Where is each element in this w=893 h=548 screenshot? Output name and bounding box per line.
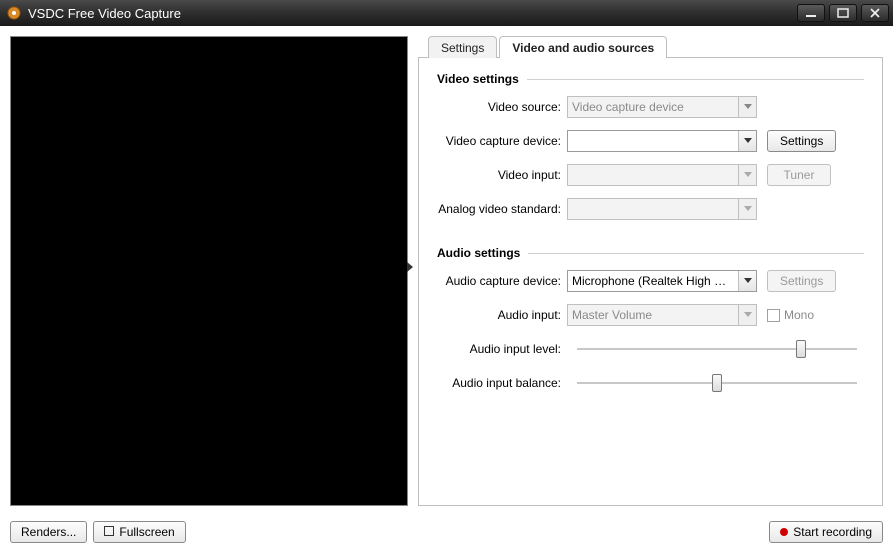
- renders-button[interactable]: Renders...: [10, 521, 87, 543]
- video-source-label: Video source:: [437, 100, 567, 114]
- audio-input-balance-label: Audio input balance:: [437, 376, 567, 390]
- audio-settings-button: Settings: [767, 270, 836, 292]
- analog-standard-label: Analog video standard:: [437, 202, 567, 216]
- audio-input-label: Audio input:: [437, 308, 567, 322]
- audio-input-level-label: Audio input level:: [437, 342, 567, 356]
- fullscreen-icon: [104, 525, 114, 539]
- video-preview: [10, 36, 408, 506]
- video-settings-button[interactable]: Settings: [767, 130, 836, 152]
- chevron-down-icon: [738, 97, 756, 117]
- slider-thumb[interactable]: [712, 374, 722, 392]
- audio-input-balance-slider[interactable]: [577, 372, 857, 394]
- window-title: VSDC Free Video Capture: [28, 6, 181, 21]
- chevron-down-icon: [738, 199, 756, 219]
- chevron-down-icon[interactable]: [738, 271, 756, 291]
- tab-settings[interactable]: Settings: [428, 36, 497, 58]
- fullscreen-button[interactable]: Fullscreen: [93, 521, 185, 543]
- tab-label: Video and audio sources: [512, 41, 654, 55]
- settings-panel: Settings Video and audio sources Video s…: [418, 36, 883, 506]
- video-input-combo: [567, 164, 757, 186]
- chevron-down-icon: [738, 165, 756, 185]
- audio-input-combo: Master Volume: [567, 304, 757, 326]
- window-titlebar: VSDC Free Video Capture: [0, 0, 893, 26]
- tab-label: Settings: [441, 41, 484, 55]
- video-settings-title: Video settings: [437, 72, 864, 86]
- video-capture-device-combo[interactable]: [567, 130, 757, 152]
- audio-input-value: Master Volume: [568, 308, 738, 322]
- mono-checkbox[interactable]: Mono: [767, 308, 814, 322]
- checkbox-box[interactable]: [767, 309, 780, 322]
- maximize-button[interactable]: [829, 4, 857, 22]
- play-marker-icon: [407, 262, 413, 272]
- video-source-value: Video capture device: [568, 100, 738, 114]
- app-icon: [6, 5, 22, 21]
- slider-thumb[interactable]: [796, 340, 806, 358]
- audio-input-level-slider[interactable]: [577, 338, 857, 360]
- audio-capture-device-value: Microphone (Realtek High Definition Aud: [568, 274, 738, 288]
- start-recording-button[interactable]: Start recording: [769, 521, 883, 543]
- minimize-button[interactable]: [797, 4, 825, 22]
- audio-capture-device-combo[interactable]: Microphone (Realtek High Definition Aud: [567, 270, 757, 292]
- analog-standard-combo: [567, 198, 757, 220]
- tuner-button: Tuner: [767, 164, 831, 186]
- record-icon: [780, 528, 788, 536]
- close-button[interactable]: [861, 4, 889, 22]
- chevron-down-icon[interactable]: [738, 131, 756, 151]
- video-source-combo: Video capture device: [567, 96, 757, 118]
- audio-settings-title: Audio settings: [437, 246, 864, 260]
- tab-video-audio-sources[interactable]: Video and audio sources: [499, 36, 667, 58]
- video-input-label: Video input:: [437, 168, 567, 182]
- mono-label: Mono: [784, 308, 814, 322]
- video-capture-device-label: Video capture device:: [437, 134, 567, 148]
- audio-capture-device-label: Audio capture device:: [437, 274, 567, 288]
- chevron-down-icon: [738, 305, 756, 325]
